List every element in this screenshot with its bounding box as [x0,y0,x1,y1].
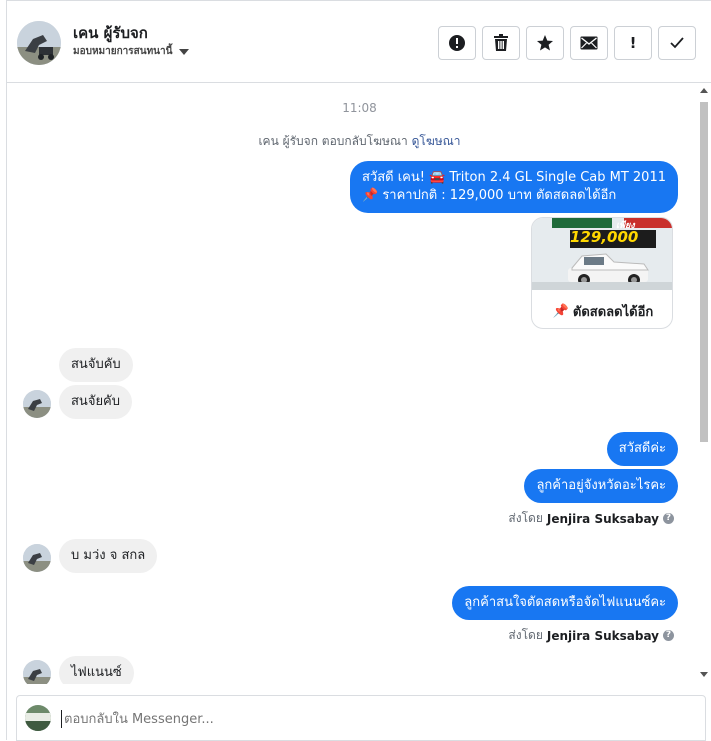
reply-composer [16,695,706,741]
avatar [23,544,51,572]
mark-done-button[interactable] [658,26,696,60]
conversation-header: เคน ผู้รับจก มอบหมายการสนทนานี้ ! [7,1,711,83]
assign-conversation-dropdown[interactable]: มอบหมายการสนทนานี้ [73,44,190,59]
sender-name: Jenjira Suksabay [546,628,659,643]
card-price: 129,000 [570,228,639,246]
view-ad-link[interactable]: ดูโฆษณา [412,134,461,148]
incoming-message: บ มว่ง จ สกล [59,539,158,573]
outgoing-message: สวัสดีค่ะ [606,432,678,466]
alert-circle-icon [449,35,465,51]
ad-reply-text: เคน ผู้รับจก ตอบกลับโฆษณา [258,134,408,148]
help-icon[interactable]: ? [663,630,674,641]
reply-input[interactable] [61,710,661,728]
messenger-panel: เคน ผู้รับจก มอบหมายการสนทนานี้ ! 11:08 … [6,0,711,741]
incoming-message: สนจับคับ [59,348,133,382]
sent-by-label: ส่งโดย Jenjira Suksabay ? [508,509,674,528]
mark-spam-button[interactable] [438,26,476,60]
trash-icon [494,34,508,51]
card-caption: 📌 ตัดสดลดได้อีก [532,292,672,328]
pushpin-icon: 📌 [552,303,569,319]
sent-by-prefix: ส่งโดย [508,628,543,642]
avatar [23,660,51,684]
message-timestamp: 11:08 [342,101,377,115]
incoming-message: ไฟแนนซ์ [59,656,134,684]
mark-unread-button[interactable] [570,26,608,60]
scroll-thumb[interactable] [700,102,708,442]
follow-up-button[interactable]: ! [614,26,652,60]
sent-by-prefix: ส่งโดย [508,511,543,525]
caret-down-icon [179,48,190,55]
sent-by-label: ส่งโดย Jenjira Suksabay ? [508,626,674,645]
avatar[interactable] [17,21,61,65]
help-icon[interactable]: ? [663,513,674,524]
contact-name[interactable]: เคน ผู้รับจก [73,21,148,45]
ad-greeting-bubble: สวัสดี เคน! 🚘 Triton 2.4 GL Single Cab M… [350,161,678,213]
envelope-icon [580,36,598,50]
outgoing-message: ลูกค้าสนใจตัดสดหรือจัดไฟแนนซ์คะ [452,586,678,620]
exclamation-icon: ! [629,34,637,52]
car-ad-image: เพียง 129,000 [532,218,672,290]
check-icon [670,37,684,49]
ad-image-card[interactable]: เพียง 129,000 📌 ตัดสดลดได้อีก [531,217,673,329]
incoming-message: สนจัยคับ [59,385,133,419]
chat-scrollbar[interactable] [697,84,709,684]
message-thread[interactable]: 11:08 เคน ผู้รับจก ตอบกลับโฆษณา ดูโฆษณา … [7,84,711,684]
ad-reply-note: เคน ผู้รับจก ตอบกลับโฆษณา ดูโฆษณา [7,132,711,151]
sender-name: Jenjira Suksabay [546,511,659,526]
scroll-up-icon[interactable] [700,88,708,93]
card-caption-text: ตัดสดลดได้อีก [572,304,654,320]
outgoing-message: ลูกค้าอยู่จังหวัดอะไรคะ [524,469,678,503]
star-icon [537,35,553,51]
ad-greeting-line2: 📌 ราคาปกติ : 129,000 บาท ตัดสดลดได้อีก [362,188,617,203]
conversation-toolbar: ! [438,26,696,60]
assign-label: มอบหมายการสนทนานี้ [73,46,173,57]
scroll-down-icon[interactable] [700,672,708,677]
ad-greeting-line1: สวัสดี เคน! 🚘 Triton 2.4 GL Single Cab M… [362,170,666,185]
page-avatar [25,705,51,731]
delete-button[interactable] [482,26,520,60]
avatar [23,390,51,418]
star-button[interactable] [526,26,564,60]
